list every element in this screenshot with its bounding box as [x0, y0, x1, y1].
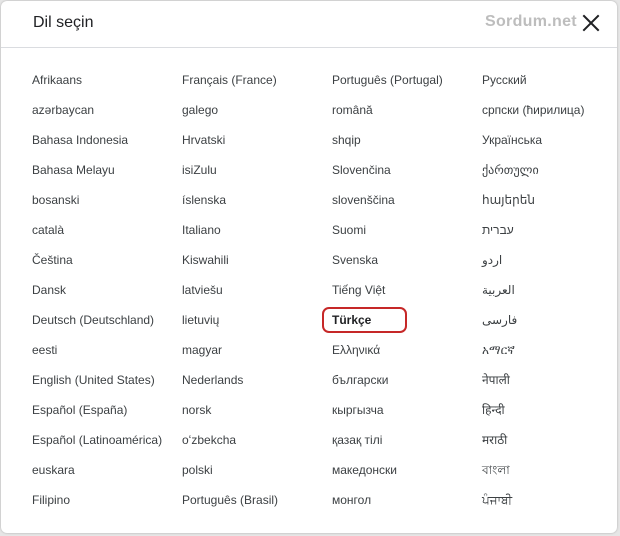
language-grid: Afrikaans azərbaycan Bahasa Indonesia Bahas…	[1, 65, 617, 525]
language-option[interactable]: shqip	[332, 125, 482, 155]
language-option[interactable]: Slovenčina	[332, 155, 482, 185]
language-option[interactable]: galego	[182, 95, 332, 125]
language-option[interactable]: Tiếng Việt	[332, 275, 482, 305]
language-column: Português (Portugal) română shqip Slovenčin…	[332, 65, 482, 515]
language-option[interactable]: Svenska	[332, 245, 482, 275]
language-option[interactable]: lietuvių	[182, 305, 332, 335]
language-option[interactable]: Afrikaans	[32, 65, 182, 95]
language-option[interactable]: română	[332, 95, 482, 125]
language-option[interactable]: বাংলা	[482, 455, 617, 485]
language-option[interactable]: ਪੰਜਾਬੀ	[482, 485, 617, 515]
language-option[interactable]: polski	[182, 455, 332, 485]
language-option[interactable]: magyar	[182, 335, 332, 365]
language-option[interactable]: Čeština	[32, 245, 182, 275]
language-option[interactable]: Kiswahili	[182, 245, 332, 275]
language-option[interactable]: Français (France)	[182, 65, 332, 95]
language-option[interactable]: Русский	[482, 65, 617, 95]
language-option[interactable]: Nederlands	[182, 365, 332, 395]
language-option[interactable]: հայերեն	[482, 185, 617, 215]
language-option[interactable]: አማርኛ	[482, 335, 617, 365]
language-option[interactable]: فارسی	[482, 305, 617, 335]
close-button[interactable]	[579, 11, 603, 35]
language-option[interactable]: Italiano	[182, 215, 332, 245]
language-option[interactable]: català	[32, 215, 182, 245]
language-option[interactable]: oʻzbekcha	[182, 425, 332, 455]
language-option[interactable]: български	[332, 365, 482, 395]
language-option[interactable]: العربية	[482, 275, 617, 305]
language-option[interactable]: монгол	[332, 485, 482, 515]
language-dialog: Dil seçin Sordum.net Afrikaans azərbaycan…	[1, 1, 617, 533]
language-option[interactable]: Suomi	[332, 215, 482, 245]
language-option[interactable]: English (United States)	[32, 365, 182, 395]
language-option[interactable]: íslenska	[182, 185, 332, 215]
language-option[interactable]: Ελληνικά	[332, 335, 482, 365]
language-option[interactable]: Українська	[482, 125, 617, 155]
language-option-selected[interactable]: Türkçe	[332, 305, 482, 335]
language-option[interactable]: Español (España)	[32, 395, 182, 425]
dialog-title: Dil seçin	[33, 14, 94, 31]
language-option[interactable]: македонски	[332, 455, 482, 485]
language-option[interactable]: Filipino	[32, 485, 182, 515]
language-option[interactable]: кыргызча	[332, 395, 482, 425]
language-option[interactable]: Hrvatski	[182, 125, 332, 155]
language-option[interactable]: azərbaycan	[32, 95, 182, 125]
language-option[interactable]: नेपाली	[482, 365, 617, 395]
language-option[interactable]: eesti	[32, 335, 182, 365]
language-option[interactable]: bosanski	[32, 185, 182, 215]
language-option[interactable]: ქართული	[482, 155, 617, 185]
language-option[interactable]: Bahasa Melayu	[32, 155, 182, 185]
language-option[interactable]: euskara	[32, 455, 182, 485]
dialog-header: Dil seçin Sordum.net	[1, 1, 617, 48]
language-column: Français (France) galego Hrvatski isiZulu ís…	[182, 65, 332, 515]
language-option[interactable]: latviešu	[182, 275, 332, 305]
close-icon	[582, 14, 600, 32]
language-option[interactable]: Português (Portugal)	[332, 65, 482, 95]
language-option[interactable]: Español (Latinoamérica)	[32, 425, 182, 455]
language-option[interactable]: Português (Brasil)	[182, 485, 332, 515]
language-option[interactable]: Deutsch (Deutschland)	[32, 305, 182, 335]
language-option[interactable]: עברית	[482, 215, 617, 245]
language-option[interactable]: اردو	[482, 245, 617, 275]
language-option[interactable]: Bahasa Indonesia	[32, 125, 182, 155]
language-column: Afrikaans azərbaycan Bahasa Indonesia Bahas…	[32, 65, 182, 515]
language-option[interactable]: қазақ тілі	[332, 425, 482, 455]
language-option[interactable]: slovenščina	[332, 185, 482, 215]
language-option[interactable]: српски (ћирилица)	[482, 95, 617, 125]
language-option[interactable]: हिन्दी	[482, 395, 617, 425]
language-option[interactable]: मराठी	[482, 425, 617, 455]
language-option[interactable]: Dansk	[32, 275, 182, 305]
language-option[interactable]: norsk	[182, 395, 332, 425]
language-column: Русский српски (ћирилица) Українська ქართულ…	[482, 65, 617, 515]
language-option[interactable]: isiZulu	[182, 155, 332, 185]
watermark-logo: Sordum.net	[485, 13, 577, 30]
